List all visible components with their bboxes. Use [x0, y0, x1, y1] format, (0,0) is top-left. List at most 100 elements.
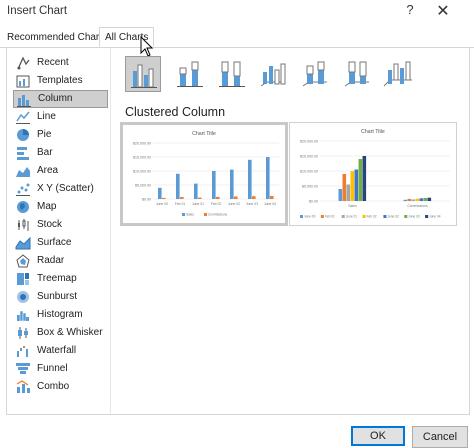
y-tick-label: $10,000.00	[133, 170, 151, 174]
close-button[interactable]: ✕	[434, 1, 452, 23]
dialog-title: Insert Chart	[7, 5, 68, 17]
category-waterfall[interactable]: Waterfall	[13, 342, 108, 360]
bar-june-04	[362, 156, 367, 201]
bar-feb-01	[407, 198, 412, 201]
section-title: Clustered Column	[125, 105, 226, 119]
chart-preview-1[interactable]: Chart Title $20,000.00 $15,000.00 $10,000.0…	[120, 122, 288, 226]
bar-feb-02	[415, 198, 420, 201]
category-funnel[interactable]: Funnel	[13, 360, 108, 378]
help-button[interactable]: ?	[402, 2, 418, 22]
bar-commissions	[234, 196, 238, 199]
category-stock[interactable]: Stock	[13, 216, 108, 234]
sunburst-chart-icon	[17, 291, 29, 303]
category-label: Column	[38, 93, 73, 104]
y-tick-label: $20,000.00	[300, 140, 318, 144]
stock-chart-icon	[18, 219, 29, 231]
clustered-column-icon	[131, 64, 157, 88]
legend-label: Sales	[186, 213, 194, 217]
category-label: Bar	[37, 147, 53, 158]
bar-june-00	[403, 199, 408, 201]
bar-sales	[194, 183, 198, 199]
legend-label: Feb 01	[325, 215, 335, 219]
category-templates[interactable]: Templates	[13, 72, 108, 90]
legend-swatch	[204, 213, 207, 216]
area-chart-icon	[16, 167, 30, 177]
category-line[interactable]: Line	[13, 108, 108, 126]
waterfall-chart-icon	[17, 346, 28, 357]
x-tick-label: Commissions	[407, 204, 428, 208]
y-tick-label: $5,000.00	[135, 184, 151, 188]
recent-icon	[17, 56, 30, 70]
y-tick-label: $0.00	[309, 200, 318, 204]
category-sunburst[interactable]: Sunburst	[13, 288, 108, 306]
templates-icon	[16, 75, 30, 88]
category-box-whisker[interactable]: Box & Whisker	[13, 324, 108, 342]
bar-commissions	[270, 195, 274, 199]
category-label: Line	[37, 111, 56, 122]
category-label: Treemap	[37, 273, 77, 284]
3d-clustered-column-icon	[260, 63, 286, 87]
x-tick-label: Feb 01	[175, 202, 186, 206]
y-tick-label: $15,000.00	[300, 155, 318, 159]
legend-label: June 03	[408, 215, 420, 219]
y-tick-label: $0.00	[142, 198, 151, 202]
chart-category-list: Recent Templates Column Line Pie Bar Area X Y (…	[7, 48, 111, 414]
bar-june-01	[411, 199, 416, 201]
bar-june-03	[423, 198, 428, 201]
ok-button[interactable]: OK	[351, 426, 405, 446]
x-tick-label: Sales	[348, 204, 357, 208]
subtype-3d-100-stacked-column-button[interactable]	[339, 56, 375, 92]
category-column[interactable]: Column	[13, 90, 108, 108]
x-tick-label: June 02	[228, 202, 240, 206]
subtype-3d-stacked-column-button[interactable]	[297, 56, 333, 92]
category-treemap[interactable]: Treemap	[13, 270, 108, 288]
chart-subtype-row	[122, 56, 422, 92]
line-chart-icon	[16, 111, 30, 124]
subtype-stacked-column-button[interactable]	[172, 56, 208, 92]
legend-label: June 02	[387, 215, 399, 219]
category-area[interactable]: Area	[13, 162, 108, 180]
tab-recommended-charts[interactable]: Recommended Charts	[4, 30, 110, 45]
chart-title: Chart Title	[192, 131, 216, 137]
category-combo[interactable]: Combo	[13, 378, 108, 396]
bar-commissions	[198, 197, 202, 199]
3d-100-stacked-column-icon	[344, 61, 369, 87]
legend-swatch	[341, 215, 345, 218]
cancel-button[interactable]: Cancel	[412, 426, 468, 448]
legend-label: June 01	[346, 215, 358, 219]
bar-commissions	[252, 196, 256, 199]
bar-sales	[230, 169, 234, 199]
chart-preview-2[interactable]: Chart Title $20,000.00 $15,000.00 $10,000.0…	[289, 122, 457, 226]
category-map[interactable]: Map	[13, 198, 108, 216]
category-surface[interactable]: Surface	[13, 234, 108, 252]
category-bar[interactable]: Bar	[13, 144, 108, 162]
legend-swatch	[404, 215, 408, 218]
bar-feb-01	[342, 174, 347, 201]
category-label: Box & Whisker	[37, 327, 103, 338]
legend-swatch	[300, 215, 303, 218]
chart-title: Chart Title	[361, 129, 385, 135]
bar-june-04	[427, 197, 432, 201]
map-chart-icon	[17, 201, 29, 213]
category-recent[interactable]: Recent	[13, 54, 108, 72]
radar-chart-icon	[16, 254, 30, 268]
subtype-100-stacked-column-button[interactable]	[214, 56, 250, 92]
x-tick-label: June 00	[156, 202, 168, 206]
category-histogram[interactable]: Histogram	[13, 306, 108, 324]
stacked-column-icon	[177, 61, 203, 87]
bar-chart-icon	[17, 147, 29, 160]
combo-chart-icon	[16, 380, 30, 393]
subtype-3d-clustered-column-button[interactable]	[255, 56, 291, 92]
legend-swatch	[425, 215, 429, 218]
bar-june-01	[346, 184, 351, 201]
subtype-3d-column-button[interactable]	[380, 56, 416, 92]
category-pie[interactable]: Pie	[13, 126, 108, 144]
legend-swatch	[182, 213, 185, 216]
chart-preview-1-svg: Chart Title $20,000.00 $15,000.00 $10,000.0…	[133, 131, 279, 217]
category-radar[interactable]: Radar	[13, 252, 108, 270]
subtype-clustered-column-button[interactable]	[125, 56, 161, 92]
bar-sales	[266, 157, 270, 199]
category-x-y-scatter[interactable]: X Y (Scatter)	[13, 180, 108, 198]
x-tick-label: Feb 02	[211, 202, 222, 206]
category-label: Combo	[37, 381, 70, 392]
